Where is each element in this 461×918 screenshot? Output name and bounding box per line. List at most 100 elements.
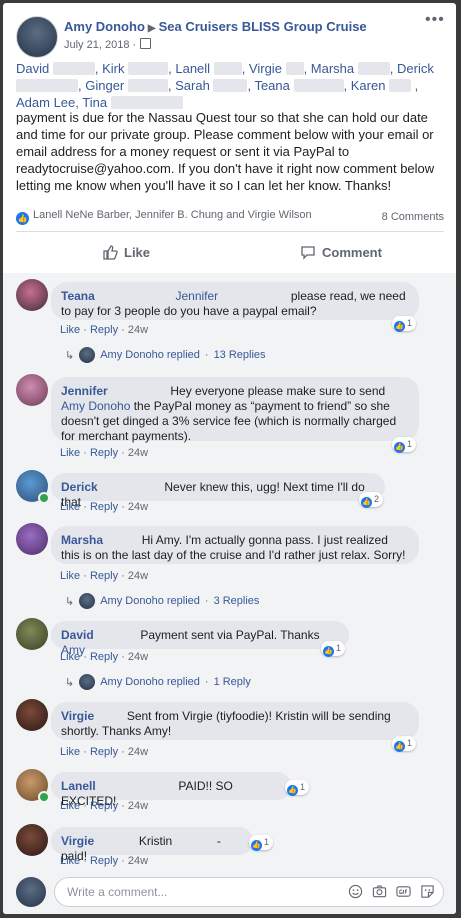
post-date-text[interactable]: July 21, 2018 · bbox=[64, 39, 136, 51]
author-avatar[interactable] bbox=[16, 16, 58, 58]
avatar[interactable] bbox=[16, 618, 48, 650]
reply-arrow-icon: ↳ bbox=[65, 349, 75, 362]
comment-reply-link[interactable]: Reply bbox=[90, 570, 118, 582]
comment-time[interactable]: 24w bbox=[128, 651, 148, 663]
comment-like-link[interactable]: Like bbox=[60, 800, 80, 812]
post-date: July 21, 2018 · bbox=[64, 38, 152, 51]
commenter-name[interactable]: Lanell bbox=[61, 779, 96, 793]
tag-link[interactable]: Lanell bbox=[175, 61, 210, 76]
redaction bbox=[16, 79, 78, 92]
comment-reply-link[interactable]: Reply bbox=[90, 324, 118, 336]
comment-actions: Like · Reply · 24w bbox=[60, 800, 149, 812]
gif-icon[interactable] bbox=[396, 884, 411, 899]
comment-time[interactable]: 24w bbox=[128, 800, 148, 812]
author-name[interactable]: Amy Donoho bbox=[64, 19, 145, 34]
reaction-count-badge[interactable]: 👍 1 bbox=[392, 736, 417, 752]
comment-bubble: Jennifer Hey everyone please make sure t… bbox=[51, 377, 419, 443]
redaction bbox=[213, 62, 242, 75]
comment-like-link[interactable]: Like bbox=[60, 447, 80, 459]
tag-link[interactable]: Teana bbox=[254, 78, 289, 93]
reaction-count: 1 bbox=[264, 837, 270, 847]
avatar[interactable] bbox=[16, 523, 48, 555]
comment-like-link[interactable]: Like bbox=[60, 746, 80, 758]
camera-icon[interactable] bbox=[372, 884, 387, 899]
reaction-count-badge[interactable]: 👍 2 bbox=[359, 492, 384, 508]
tag-link[interactable]: Tina bbox=[82, 95, 107, 110]
comment-bubble: Virgie Sent from Virgie (tiyfoodie)! Kri… bbox=[51, 702, 419, 740]
tag-link[interactable]: Karen bbox=[351, 78, 386, 93]
tag-link[interactable]: Sarah bbox=[175, 78, 210, 93]
redaction bbox=[52, 62, 95, 75]
avatar[interactable] bbox=[16, 824, 48, 856]
comment-reply-link[interactable]: Reply bbox=[90, 501, 118, 513]
comment-bubble: Derick Never knew this, ugg! Next time I… bbox=[51, 473, 385, 509]
emoji-icon[interactable] bbox=[348, 884, 363, 899]
comment-reply-link[interactable]: Reply bbox=[90, 800, 118, 812]
comment-button[interactable]: Comment bbox=[300, 244, 382, 260]
comment-time[interactable]: 24w bbox=[128, 324, 148, 336]
comment-time[interactable]: 24w bbox=[128, 501, 148, 513]
comment-actions: Like · Reply · 24w bbox=[60, 501, 149, 513]
comments-section: Teana Jennifer please read, we need to p… bbox=[3, 273, 456, 914]
view-replies-link[interactable]: ↳ Amy Donoho replied · 13 Replies bbox=[65, 347, 266, 363]
commenter-name[interactable]: Virgie bbox=[61, 834, 94, 848]
mention-link[interactable]: Amy Donoho bbox=[61, 399, 130, 413]
tag-link[interactable]: Marsha bbox=[311, 61, 354, 76]
sticker-icon[interactable] bbox=[420, 884, 435, 899]
commenter-name[interactable]: Teana bbox=[61, 289, 95, 303]
comment-like-link[interactable]: Like bbox=[60, 855, 80, 867]
more-icon[interactable]: ••• bbox=[425, 11, 445, 29]
reaction-count-badge[interactable]: 👍 1 bbox=[249, 835, 274, 851]
tag-link[interactable]: Adam Lee, bbox=[16, 95, 79, 110]
comment-time[interactable]: 24w bbox=[128, 746, 148, 758]
comment-reply-link[interactable]: Reply bbox=[90, 746, 118, 758]
comment-input-box[interactable] bbox=[54, 877, 444, 907]
comment-reply-link[interactable]: Reply bbox=[90, 855, 118, 867]
online-status-indicator bbox=[38, 791, 50, 803]
tag-link[interactable]: Virgie bbox=[249, 61, 282, 76]
reaction-count-badge[interactable]: 👍 1 bbox=[392, 316, 417, 332]
mention-link[interactable]: Kristin bbox=[139, 834, 172, 848]
view-replies-link[interactable]: ↳ Amy Donoho replied · 1 Reply bbox=[65, 674, 251, 690]
comment-like-link[interactable]: Like bbox=[60, 570, 80, 582]
reaction-count-badge[interactable]: 👍 1 bbox=[285, 780, 310, 796]
like-button[interactable]: Like bbox=[102, 244, 150, 260]
comment-input[interactable] bbox=[65, 884, 339, 900]
avatar[interactable] bbox=[16, 374, 48, 406]
write-comment-row bbox=[16, 877, 444, 909]
tag-link[interactable]: Derick bbox=[397, 61, 434, 76]
comment-time[interactable]: 24w bbox=[128, 570, 148, 582]
comment-bubble: Teana Jennifer please read, we need to p… bbox=[51, 282, 419, 320]
reaction-count-badge[interactable]: 👍 1 bbox=[392, 437, 417, 453]
mention-link[interactable]: Jennifer bbox=[175, 289, 218, 303]
comment-like-link[interactable]: Like bbox=[60, 501, 80, 513]
view-replies-link[interactable]: ↳ Amy Donoho replied · 3 Replies bbox=[65, 593, 259, 609]
redaction bbox=[111, 384, 168, 397]
reaction-count-badge[interactable]: 👍 1 bbox=[321, 641, 346, 657]
comments-count[interactable]: 8 Comments bbox=[382, 211, 444, 223]
commenter-name[interactable]: Jennifer bbox=[61, 384, 108, 398]
reactions-summary[interactable]: 👍 Lanell NeNe Barber, Jennifer B. Chung a… bbox=[16, 209, 444, 227]
avatar[interactable] bbox=[16, 699, 48, 731]
like-reaction-icon: 👍 bbox=[16, 212, 29, 225]
caret-right-icon: ▶ bbox=[147, 23, 156, 34]
group-name[interactable]: Sea Cruisers BLISS Group Cruise bbox=[159, 19, 367, 34]
commenter-name[interactable]: Derick bbox=[61, 480, 98, 494]
comment-reply-link[interactable]: Reply bbox=[90, 447, 118, 459]
reaction-count: 1 bbox=[407, 318, 413, 328]
comment-reply-link[interactable]: Reply bbox=[90, 651, 118, 663]
tag-link[interactable]: Kirk bbox=[102, 61, 124, 76]
commenter-name[interactable]: Virgie bbox=[61, 709, 94, 723]
commenter-name[interactable]: David bbox=[61, 628, 94, 642]
comment-time[interactable]: 24w bbox=[128, 855, 148, 867]
redaction bbox=[97, 709, 124, 722]
avatar[interactable] bbox=[16, 279, 48, 311]
tag-link[interactable]: Ginger bbox=[85, 78, 124, 93]
comment-like-link[interactable]: Like bbox=[60, 324, 80, 336]
commenter-name[interactable]: Marsha bbox=[61, 533, 103, 547]
globe-icon bbox=[140, 38, 152, 49]
tag-link[interactable]: David bbox=[16, 61, 49, 76]
comment-time[interactable]: 24w bbox=[128, 447, 148, 459]
comment-like-link[interactable]: Like bbox=[60, 651, 80, 663]
reactions-names[interactable]: Lanell NeNe Barber, Jennifer B. Chung an… bbox=[33, 209, 312, 221]
